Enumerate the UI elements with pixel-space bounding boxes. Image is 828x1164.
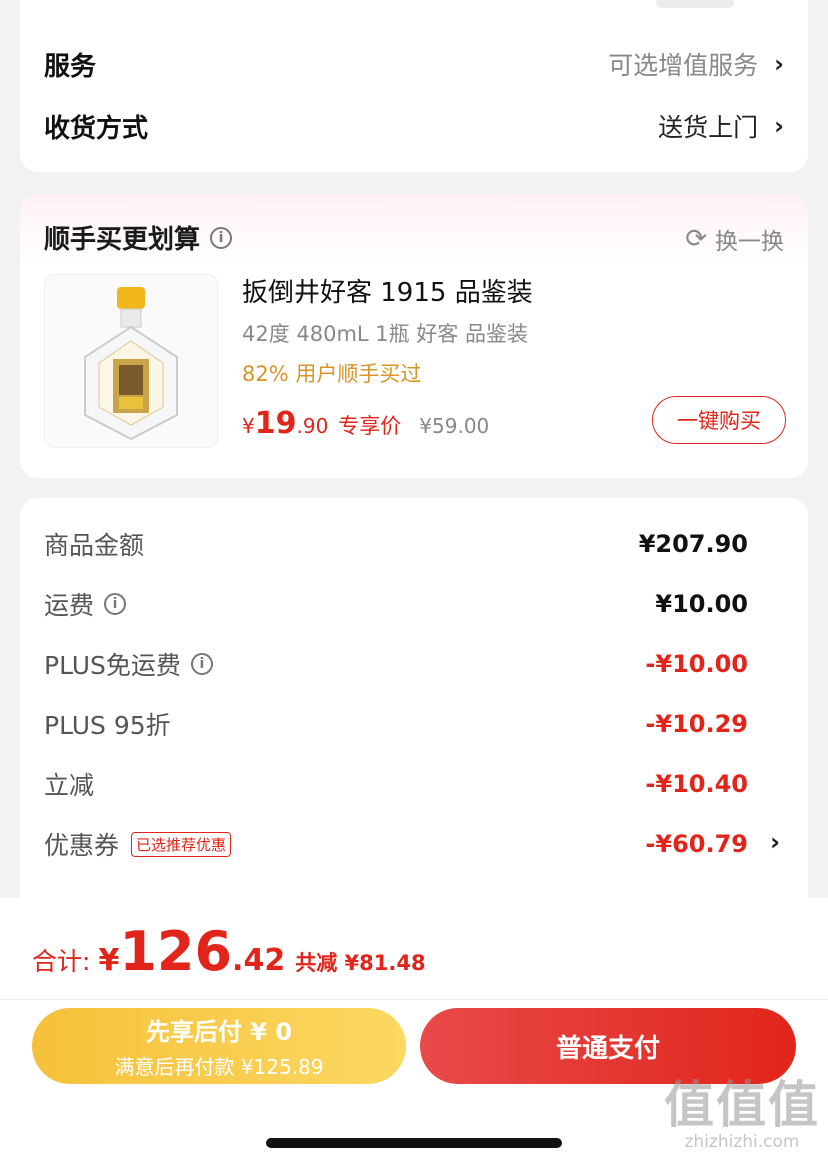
total-currency: ¥	[98, 943, 120, 978]
delivery-label: 收货方式	[44, 113, 149, 144]
divider	[0, 999, 828, 1000]
social-proof-text: 82% 用户顺手买过	[242, 362, 422, 386]
summary-label: 商品金额	[44, 531, 145, 560]
site-watermark: 值值值 zhizhizhi.com	[664, 1078, 820, 1152]
product-image[interactable]	[44, 274, 218, 448]
summary-value: -¥10.00	[645, 650, 748, 678]
home-indicator[interactable]	[266, 1138, 562, 1148]
refresh-button[interactable]: ⟳ 换一换	[685, 222, 784, 256]
upsell-title: 顺手买更划算 i	[44, 219, 233, 256]
info-icon[interactable]: i	[210, 226, 233, 249]
summary-label: 优惠券	[44, 831, 120, 860]
watermark-logo: 值值值	[664, 1076, 820, 1134]
product-spec: 42度 480mL 1瓶 好客 品鉴装	[242, 322, 529, 346]
coupon-badge: 已选推荐优惠	[131, 831, 232, 857]
order-total: 合计: ¥ 126 .42 共减 ¥81.48	[32, 920, 426, 983]
service-label: 服务	[44, 51, 97, 82]
price-tag: 专享价	[338, 414, 402, 438]
summary-row-goods: 商品金额 ¥207.90	[44, 522, 748, 566]
total-decimal: .42	[232, 943, 286, 978]
summary-value: -¥60.79	[645, 830, 748, 858]
summary-row-coupon[interactable]: 优惠券 已选推荐优惠 -¥60.79	[44, 822, 748, 866]
original-price: ¥59.00	[419, 414, 490, 438]
pay-later-title: 先享后付 ¥ 0	[145, 1018, 293, 1046]
summary-row-plus-shipping: PLUS免运费 i -¥10.00	[44, 642, 748, 686]
refresh-icon: ⟳	[685, 224, 707, 254]
chevron-right-icon: ›	[774, 112, 784, 140]
normal-pay-button[interactable]: 普通支付	[420, 1008, 796, 1084]
delivery-row[interactable]: 收货方式 送货上门 ›	[44, 102, 784, 150]
price-currency: ¥	[242, 414, 255, 438]
order-options-card: 服务 可选增值服务 › 收货方式 送货上门 ›	[20, 0, 808, 172]
pay-later-button[interactable]: 先享后付 ¥ 0 满意后再付款 ¥125.89	[32, 1008, 406, 1084]
pay-later-subtitle: 满意后再付款 ¥125.89	[114, 1055, 324, 1079]
upsell-title-text: 顺手买更划算	[44, 225, 201, 255]
summary-value: ¥10.00	[655, 590, 748, 618]
price-integer: 19	[254, 406, 297, 441]
checkout-bar: 合计: ¥ 126 .42 共减 ¥81.48 先享后付 ¥ 0 满意后再付款 …	[0, 898, 828, 1164]
chevron-right-icon[interactable]: ›	[770, 828, 780, 856]
total-saved: 共减 ¥81.48	[295, 951, 426, 975]
summary-row-shipping: 运费 i ¥10.00	[44, 582, 748, 626]
price-summary-card: 商品金额 ¥207.90 运费 i ¥10.00 PLUS免运费 i -¥10.00…	[20, 498, 808, 958]
summary-label: PLUS免运费	[44, 651, 181, 680]
upsell-card: 顺手买更划算 i ⟳ 换一换 扳倒井好客 1915 品鉴装 42度 480mL …	[20, 194, 808, 478]
total-integer: 126	[119, 920, 233, 983]
summary-value: ¥207.90	[638, 530, 748, 558]
summary-value: -¥10.29	[645, 710, 748, 738]
service-value: 可选增值服务	[608, 51, 759, 80]
total-label: 合计:	[32, 947, 91, 976]
product-name[interactable]: 扳倒井好客 1915 品鉴装	[242, 272, 533, 309]
summary-row-plus-discount: PLUS 95折 -¥10.29	[44, 702, 748, 746]
info-icon[interactable]: i	[190, 653, 213, 675]
summary-row-instant-off: 立减 -¥10.40	[44, 762, 748, 806]
info-icon[interactable]: i	[104, 593, 127, 615]
summary-value: -¥10.40	[645, 770, 748, 798]
quantity-stepper[interactable]	[656, 0, 734, 8]
summary-label: 立减	[44, 771, 95, 800]
delivery-value: 送货上门	[658, 113, 759, 142]
price-decimal: .90	[296, 414, 329, 438]
service-row[interactable]: 服务 可选增值服务 ›	[44, 40, 784, 88]
watermark-url: zhizhizhi.com	[684, 1132, 800, 1152]
product-price: ¥ 19 .90 专享价 ¥59.00	[242, 406, 489, 441]
refresh-label: 换一换	[715, 229, 784, 255]
summary-label: 运费	[44, 591, 95, 620]
summary-label: PLUS 95折	[44, 711, 171, 740]
one-click-buy-button[interactable]: 一键购买	[652, 396, 786, 444]
chevron-right-icon: ›	[774, 50, 784, 78]
liquor-bottle-icon	[84, 287, 178, 441]
